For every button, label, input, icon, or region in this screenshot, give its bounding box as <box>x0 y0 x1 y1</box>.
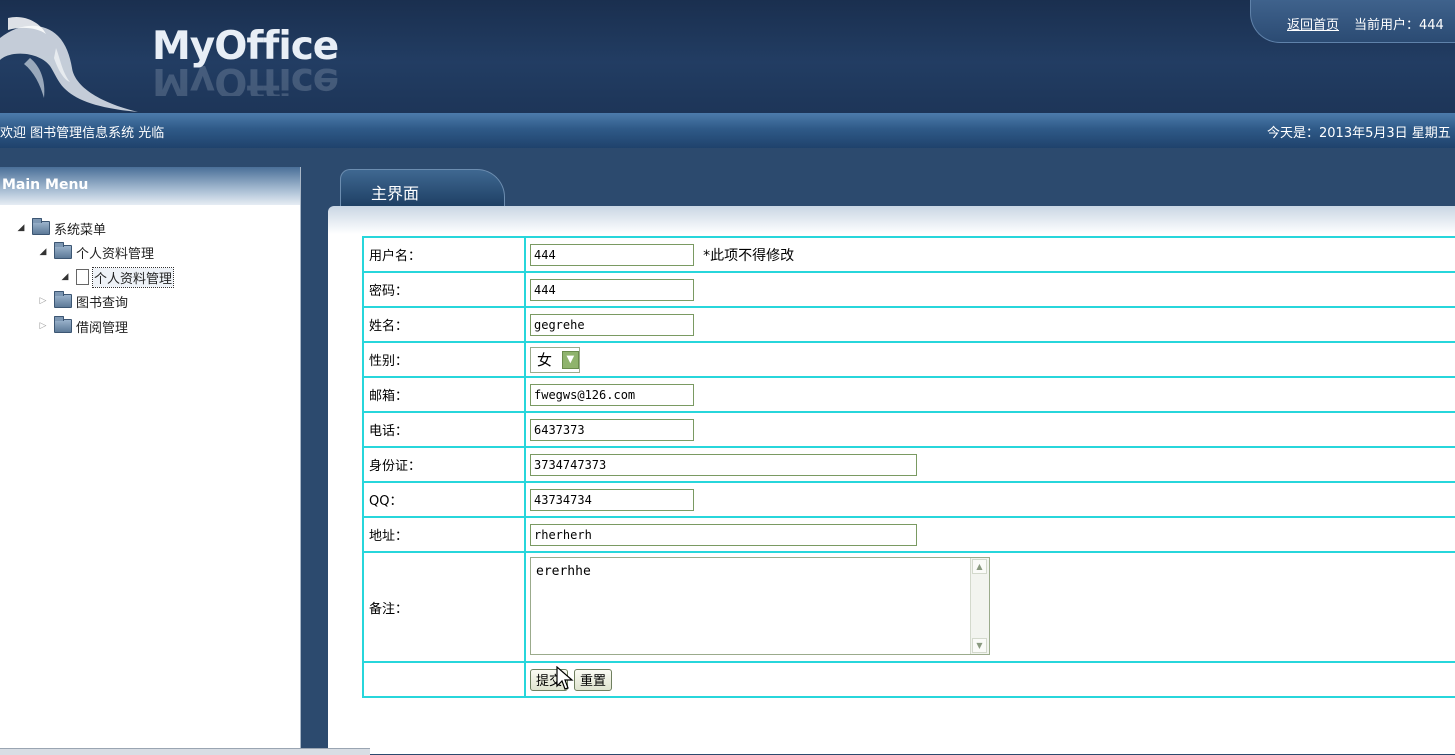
name-label: 姓名： <box>362 306 526 343</box>
user-info-box: 返回首页 当前用户：444 <box>1250 0 1455 43</box>
home-link[interactable]: 返回首页 <box>1287 14 1339 33</box>
tree-item-root[interactable]: ◢ 系统菜单 <box>16 217 106 239</box>
gender-selected-value: 女 <box>537 351 553 369</box>
document-icon <box>76 269 89 285</box>
idcard-field[interactable] <box>530 453 917 476</box>
password-field[interactable] <box>530 278 694 301</box>
form-row-name: 姓名： <box>362 306 1455 343</box>
profile-form: 用户名： *此项不得修改 密码： 姓名： 性别： 女 ▼ 邮箱： 电话： 身份证… <box>362 236 1455 698</box>
mouse-cursor-icon <box>556 666 574 690</box>
idcard-label: 身份证： <box>362 446 526 483</box>
remark-text: ererhhe <box>536 564 591 579</box>
tree-item-personal-child[interactable]: ◢ 个人资料管理 <box>60 266 175 288</box>
scroll-up-icon[interactable]: ▲ <box>972 559 987 574</box>
current-user-label: 当前用户：444 <box>1354 18 1444 33</box>
app-logo-text: MyOffice <box>152 24 339 69</box>
qq-label: QQ： <box>362 481 526 518</box>
tree-label-book-query: 图书查询 <box>76 295 129 311</box>
username-note: *此项不得修改 <box>703 247 795 264</box>
address-field[interactable] <box>530 523 917 546</box>
folder-icon <box>54 291 72 308</box>
bird-logo-icon <box>0 16 138 113</box>
chevron-down-icon[interactable]: ▼ <box>561 350 579 369</box>
tree-label-root: 系统菜单 <box>54 222 107 238</box>
username-label: 用户名： <box>362 236 526 273</box>
tab-main-label: 主界面 <box>371 184 420 203</box>
expand-triangle-icon[interactable]: ◢ <box>38 247 48 257</box>
form-row-gender: 性别： 女 ▼ <box>362 341 1455 378</box>
form-row-username: 用户名： *此项不得修改 <box>362 236 1455 273</box>
tab-main[interactable]: 主界面 <box>340 169 505 207</box>
expand-triangle-icon: ◢ <box>61 272 69 282</box>
folder-icon <box>54 316 72 333</box>
qq-field[interactable] <box>530 488 694 511</box>
phone-label: 电话： <box>362 411 526 448</box>
collapse-triangle-icon[interactable]: ▷ <box>38 296 48 306</box>
collapse-triangle-icon[interactable]: ▷ <box>38 321 48 331</box>
tree-label-borrow: 借阅管理 <box>76 320 129 336</box>
main-menu-title: Main Menu <box>0 167 300 205</box>
address-label: 地址： <box>362 516 526 553</box>
username-field[interactable] <box>530 243 694 266</box>
tree-label-personal: 个人资料管理 <box>76 246 155 262</box>
email-label: 邮箱： <box>362 376 526 413</box>
app-logo-reflection: MyOffice <box>152 66 339 96</box>
form-row-qq: QQ： <box>362 481 1455 518</box>
gender-label: 性别： <box>362 341 526 378</box>
header: MyOffice MyOffice 返回首页 当前用户：444 <box>0 0 1455 113</box>
form-row-idcard: 身份证： <box>362 446 1455 483</box>
welcome-text: 欢迎 图书管理信息系统 光临 <box>0 126 165 141</box>
welcome-bar: 欢迎 图书管理信息系统 光临 今天是：2013年5月3日 星期五 <box>0 113 1455 148</box>
reset-button[interactable]: 重置 <box>574 668 613 691</box>
tree-item-borrow[interactable]: ▷ 借阅管理 <box>38 315 128 337</box>
remark-textarea[interactable]: ererhhe ▲ ▼ <box>530 557 990 655</box>
textarea-scrollbar[interactable]: ▲ ▼ <box>970 558 989 654</box>
form-row-actions: 提交 重置 <box>362 661 1455 698</box>
email-field[interactable] <box>530 383 694 406</box>
folder-icon <box>54 242 72 259</box>
form-row-password: 密码： <box>362 271 1455 308</box>
form-row-remark: 备注： ererhhe ▲ ▼ <box>362 551 1455 663</box>
remark-label: 备注： <box>362 551 526 663</box>
tree-item-book-query[interactable]: ▷ 图书查询 <box>38 290 128 312</box>
tree-item-personal[interactable]: ◢ 个人资料管理 <box>38 241 154 263</box>
form-row-address: 地址： <box>362 516 1455 553</box>
tree-label-personal-child: 个人资料管理 <box>91 266 175 288</box>
form-row-phone: 电话： <box>362 411 1455 448</box>
phone-field[interactable] <box>530 418 694 441</box>
scroll-down-icon[interactable]: ▼ <box>972 638 987 653</box>
date-text: 今天是：2013年5月3日 星期五 <box>1267 126 1451 141</box>
folder-icon <box>32 218 50 235</box>
expand-triangle-icon[interactable]: ◢ <box>16 223 26 233</box>
password-label: 密码： <box>362 271 526 308</box>
form-row-email: 邮箱： <box>362 376 1455 413</box>
main-menu-panel: Main Menu ◢ 系统菜单 ◢ 个人资料管理 ◢ 个人资料管理 ▷ 图书查… <box>0 167 301 754</box>
name-field[interactable] <box>530 313 694 336</box>
gender-select[interactable]: 女 ▼ <box>530 346 580 373</box>
